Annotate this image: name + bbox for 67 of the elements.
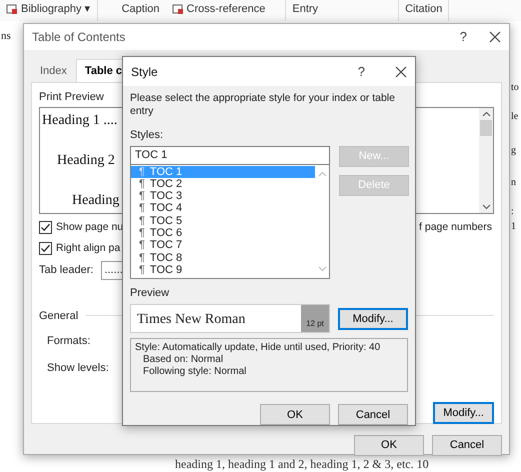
document-text: le bbox=[511, 110, 518, 124]
pilcrow-icon: ¶ bbox=[139, 226, 145, 240]
preview-heading: Heading 1 .... bbox=[42, 112, 118, 130]
scroll-down-icon[interactable] bbox=[482, 204, 490, 210]
section-label: Preview bbox=[130, 286, 170, 300]
ribbon-button[interactable]: Entry bbox=[292, 0, 318, 18]
dialog-button[interactable]: Cancel bbox=[338, 404, 408, 425]
book-icon bbox=[6, 4, 18, 14]
ribbon-button[interactable]: Bibliography ▾ bbox=[21, 0, 91, 18]
option-label: f page numbers bbox=[419, 220, 492, 235]
description-text: Based on: Normal bbox=[143, 354, 224, 366]
document-text: ns bbox=[1, 29, 11, 44]
field-label: Formats: bbox=[47, 334, 90, 349]
field-label: Tab leader: bbox=[39, 262, 94, 278]
dialog-button[interactable]: OK bbox=[354, 434, 424, 456]
description-text: Following style: Normal bbox=[143, 366, 248, 378]
pilcrow-icon: ¶ bbox=[139, 264, 145, 276]
dialog-button[interactable]: Cancel bbox=[432, 434, 502, 456]
document-text: g bbox=[511, 144, 516, 158]
document-text: : 1 bbox=[511, 205, 517, 234]
pilcrow-icon: ¶ bbox=[139, 202, 145, 215]
pilcrow-icon: ¶ bbox=[139, 190, 145, 202]
label: Print Preview bbox=[39, 90, 104, 104]
list-item[interactable]: ¶ TOC 5 bbox=[131, 214, 315, 227]
instruction-text: Please select the appropriate style for your index or table entry bbox=[130, 92, 396, 118]
list-item[interactable]: ¶ TOC 7 bbox=[131, 239, 315, 252]
document-text: n bbox=[511, 176, 516, 190]
pilcrow-icon: ¶ bbox=[139, 166, 145, 178]
ribbon-button[interactable]: Cross-reference bbox=[186, 0, 266, 18]
close-icon[interactable] bbox=[489, 31, 501, 43]
pilcrow-icon: ¶ bbox=[139, 239, 145, 252]
section-label: General bbox=[39, 308, 78, 324]
checkbox[interactable] bbox=[39, 242, 52, 256]
cross-reference-icon bbox=[172, 4, 184, 14]
help-button[interactable]: ? bbox=[358, 62, 365, 82]
ribbon-button[interactable]: Caption bbox=[122, 0, 160, 18]
modify-button[interactable]: Modify... bbox=[433, 402, 494, 424]
checkbox-label: Right align pa bbox=[56, 240, 120, 256]
font-size-label: 12 pt bbox=[301, 305, 329, 332]
close-icon[interactable] bbox=[395, 66, 407, 78]
checkbox[interactable] bbox=[39, 221, 52, 234]
modify-button[interactable]: Modify... bbox=[338, 308, 408, 330]
field-label: Styles: bbox=[130, 128, 164, 143]
pilcrow-icon: ¶ bbox=[139, 214, 145, 227]
window-title: Table of Contents bbox=[32, 29, 126, 46]
help-button[interactable]: ? bbox=[460, 27, 467, 47]
document-text: heading 1, heading 1 and 2, heading 1, 2 & 3, etc. 10 bbox=[175, 457, 429, 471]
list-item[interactable]: ¶ TOC 4 bbox=[131, 202, 315, 215]
field-label: Show levels: bbox=[47, 360, 109, 376]
document-text: to bbox=[511, 81, 519, 95]
description-text: Style: Automatically update, Hide until used, Priority: 40 bbox=[135, 342, 382, 354]
dialog-button[interactable]: OK bbox=[260, 404, 330, 425]
scroll-up-icon[interactable] bbox=[482, 111, 490, 117]
list-item[interactable]: ¶ TOC 9 bbox=[131, 264, 315, 276]
list-item[interactable]: ¶ TOC 2 bbox=[131, 178, 315, 190]
ribbon-button[interactable]: Citation bbox=[405, 0, 442, 18]
list-item[interactable]: ¶ TOC 6 bbox=[131, 226, 315, 240]
pilcrow-icon: ¶ bbox=[139, 252, 145, 264]
list-item[interactable]: ¶ TOC 3 bbox=[131, 190, 315, 202]
text-field[interactable]: TOC 1 bbox=[130, 146, 330, 164]
window-title: Style bbox=[131, 64, 159, 80]
preview-heading: Heading bbox=[72, 192, 120, 210]
pilcrow-icon: ¶ bbox=[139, 178, 145, 190]
font-name: Times New Roman bbox=[136, 311, 246, 329]
preview-heading: Heading 2 bbox=[57, 152, 115, 170]
list-item[interactable]: ¶ TOC 8 bbox=[131, 252, 315, 264]
scroll-thumb[interactable] bbox=[480, 120, 492, 136]
